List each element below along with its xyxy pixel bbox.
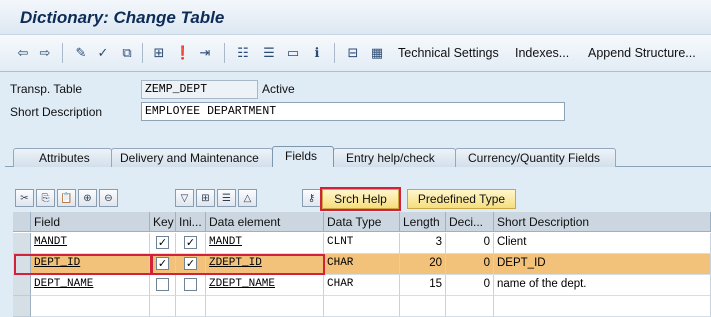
table-cell-data-element[interactable]: MANDT [206,233,324,254]
toolbar-separator [334,43,335,63]
info-icon[interactable]: ℹ [308,44,326,62]
col-field[interactable]: Field [31,212,150,232]
screen-icon[interactable]: ▭ [284,44,302,62]
initial-checkbox[interactable] [184,278,197,291]
col-length[interactable]: Length [400,212,446,232]
table-cell-short-description: DEPT_ID [494,254,711,275]
table-grid-icon[interactable]: ▦ [368,44,386,62]
toolbar-separator [62,43,63,63]
table-cell-decimals[interactable]: 0 [446,275,494,296]
col-data-type[interactable]: Data Type [324,212,400,232]
cut-icon[interactable]: ✂ [15,189,34,207]
table-cell-field[interactable]: MANDT [31,233,150,254]
insert-field-icon[interactable]: ⊞ [196,189,215,207]
search-help-key-icon[interactable]: ⚷ [302,189,321,207]
col-decimals[interactable]: Deci... [446,212,494,232]
title-bar: Dictionary: Change Table [0,0,711,34]
sort-up-icon[interactable]: △ [238,189,257,207]
predefined-type-button[interactable]: Predefined Type [407,189,516,209]
col-short-description[interactable]: Short Description [494,212,711,232]
select-all-header[interactable] [13,212,31,232]
short-description-label: Short Description [10,105,103,119]
transp-table-field: ZEMP_DEPT [141,80,258,99]
delete-row-icon[interactable]: ⊖ [99,189,118,207]
key-checkbox[interactable] [156,278,169,291]
col-data-element[interactable]: Data element [206,212,324,232]
tree-icon[interactable]: ⊟ [344,44,362,62]
status-text: Active [262,82,295,96]
table-cell-data-type[interactable]: CHAR [324,254,400,275]
insert-row-icon[interactable]: ⊕ [78,189,97,207]
table-cell-field[interactable]: DEPT_NAME [31,275,150,296]
initial-checkbox[interactable]: ✓ [184,236,197,249]
application-toolbar: ⇦ ⇨ ✎ ✓ ⧉ ⊞ ❗ ⇥ ☷ ☰ ▭ ℹ ⊟ ▦ Technical Se… [0,34,711,72]
key-checkbox-cell [150,275,176,296]
where-used-icon[interactable]: ❗ [174,44,192,62]
tab-attributes[interactable]: Attributes [13,148,112,167]
tab-delivery-maintenance[interactable]: Delivery and Maintenance [111,148,273,167]
table-cell-length[interactable]: 3 [400,233,446,254]
short-description-input[interactable]: EMPLOYEE DEPARTMENT [141,102,565,121]
tab-currency-quantity-fields[interactable]: Currency/Quantity Fields [455,148,616,167]
table-cell-length[interactable]: 15 [400,275,446,296]
hierarchy-icon[interactable]: ⊞ [150,44,168,62]
col-key[interactable]: Key [150,212,176,232]
forward-arrow-icon[interactable]: ⇨ [36,44,54,62]
back-arrow-icon[interactable]: ⇦ [14,44,32,62]
col-initial[interactable]: Ini... [176,212,206,232]
key-checkbox[interactable]: ✓ [156,236,169,249]
list-icon[interactable]: ☰ [217,189,236,207]
initial-checkbox-cell [176,275,206,296]
technical-settings-button[interactable]: Technical Settings [398,46,499,60]
table-cell-length[interactable]: 20 [400,254,446,275]
key-checkbox-cell: ✓ [150,233,176,254]
table-cell-short-description: name of the dept. [494,275,711,296]
annotation-field-highlight [14,254,152,275]
tab-fields[interactable]: Fields [272,146,334,167]
copy-icon[interactable]: ⎘ [36,189,55,207]
window-title: Dictionary: Change Table [20,8,225,27]
sort-down-icon[interactable]: ▽ [175,189,194,207]
navigation-icon[interactable]: ⇥ [196,44,214,62]
table-cell-short-description: Client [494,233,711,254]
table-cell-data-type[interactable]: CLNT [324,233,400,254]
table-cell-data-type[interactable]: CHAR [324,275,400,296]
paste-icon[interactable]: 📋 [57,189,76,207]
row-selector[interactable] [13,233,31,254]
row-selector[interactable] [13,275,31,296]
initial-checkbox-cell: ✓ [176,233,206,254]
table-cell-decimals[interactable]: 0 [446,254,494,275]
srch-help-button[interactable]: Srch Help [320,187,401,211]
transp-table-label: Transp. Table [10,82,83,96]
activate-icon[interactable]: ✓ [94,44,112,62]
annotation-data-element-highlight [151,254,325,275]
window-icon[interactable]: ☰ [260,44,278,62]
toolbar-separator [224,43,225,63]
append-structure-button[interactable]: Append Structure... [588,46,696,60]
display-object-list-icon[interactable]: ☷ [234,44,252,62]
pencil-glasses-icon[interactable]: ✎ [72,44,90,62]
tab-entry-help-check[interactable]: Entry help/check [333,148,456,167]
table-cell-decimals[interactable]: 0 [446,233,494,254]
table-cell-data-element[interactable]: ZDEPT_NAME [206,275,324,296]
indexes-button[interactable]: Indexes... [515,46,569,60]
toolbar-separator [142,43,143,63]
object-list-icon[interactable]: ⧉ [118,44,136,62]
